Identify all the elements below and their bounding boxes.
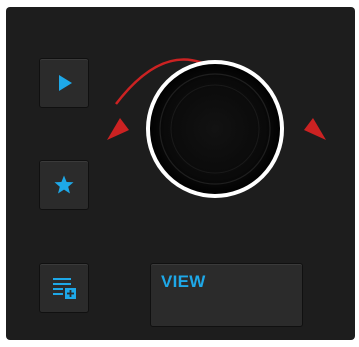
controller-screenshot: VIEW	[0, 0, 359, 347]
encoder-knob	[146, 60, 284, 198]
arrow-left-icon	[107, 118, 129, 140]
view-button[interactable]: VIEW	[150, 263, 303, 327]
view-button-label: VIEW	[161, 272, 206, 291]
arrow-right-icon	[304, 118, 326, 140]
controller-panel: VIEW	[6, 7, 355, 340]
